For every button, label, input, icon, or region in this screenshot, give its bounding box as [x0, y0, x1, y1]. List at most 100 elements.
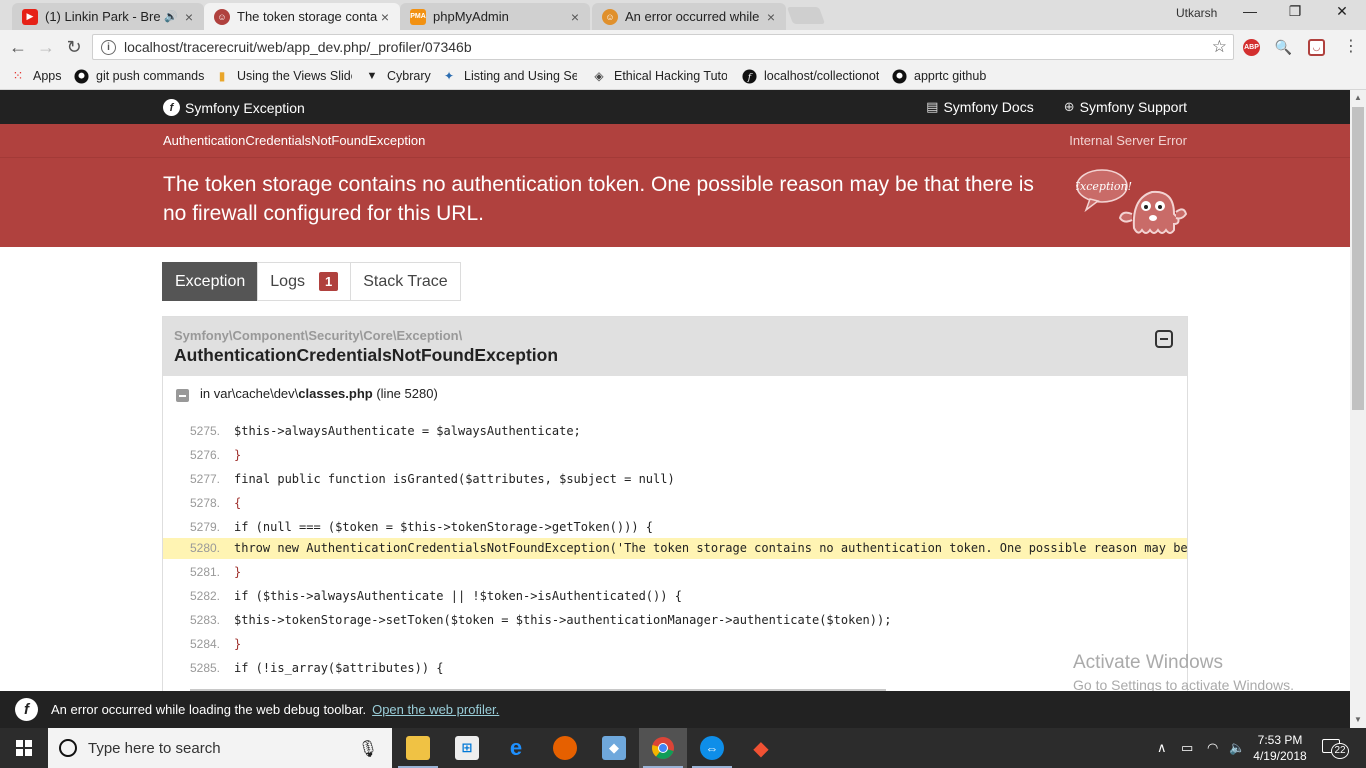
menu-kebab-icon[interactable]: ⋮ — [1340, 36, 1362, 58]
line-text: } — [234, 448, 242, 462]
scrollbar-thumb[interactable] — [1352, 107, 1364, 410]
web-debug-toolbar: f An error occurred while loading the we… — [0, 691, 1350, 728]
close-window-icon[interactable]: ✕ — [1332, 3, 1352, 20]
wifi-icon[interactable]: ◠ — [1207, 728, 1218, 768]
bookmark-label: Ethical Hacking Tutor — [614, 69, 727, 83]
browser-tab-youtube[interactable]: ▶ (1) Linkin Park - Break 🔊 × — [12, 3, 204, 30]
trace-namespace: Symfony\Component\Security\Core\Exceptio… — [174, 328, 463, 343]
bookmark-ethical-hacking[interactable]: ◈ Ethical Hacking Tutor — [591, 68, 727, 84]
close-icon[interactable]: × — [182, 9, 196, 25]
taskbar-file-explorer[interactable] — [394, 728, 442, 768]
symfony-brand: f Symfony Exception — [163, 99, 305, 116]
line-text: if (!is_array($attributes)) { — [234, 661, 444, 675]
file-path: in var\cache\dev\ — [200, 386, 299, 401]
bookmark-listing-services[interactable]: ✦ Listing and Using Ser — [441, 68, 577, 84]
code-line: 5283. $this->tokenStorage->setToken($toke… — [163, 610, 1187, 631]
exception-summary-bar: AuthenticationCredentialsNotFoundExcepti… — [0, 124, 1350, 251]
file-line: (line 5280) — [376, 386, 438, 401]
bookmark-apprtc[interactable]: apprtc github — [891, 68, 986, 84]
volume-icon[interactable]: 🔈 — [1229, 728, 1245, 768]
browser-tab-phpmyadmin[interactable]: PMA phpMyAdmin × — [400, 3, 590, 30]
tray-chevron-icon[interactable]: ∧ — [1157, 728, 1167, 768]
tab-exception[interactable]: Exception — [162, 262, 259, 301]
line-number: 5283. — [189, 613, 220, 627]
microphone-icon[interactable]: 🎙 — [358, 739, 378, 759]
taskbar-teamviewer[interactable]: ⇔ — [688, 728, 736, 768]
back-arrow-icon[interactable]: ← — [7, 36, 29, 58]
symfony-logo-icon[interactable]: f — [15, 698, 38, 721]
taskbar-search[interactable]: Type here to search 🎙 — [48, 728, 392, 768]
bookmark-cybrary[interactable]: ▼ Cybrary — [364, 68, 431, 84]
profile-name[interactable]: Utkarsh — [1176, 6, 1217, 20]
book-icon: ▤ — [926, 99, 939, 114]
reload-icon[interactable]: ↻ — [63, 36, 85, 58]
battery-icon[interactable]: ▭ — [1181, 728, 1193, 768]
restore-icon[interactable]: ❐ — [1285, 3, 1305, 20]
scroll-up-icon[interactable]: ▲ — [1350, 90, 1366, 106]
tab-label: Logs — [270, 272, 305, 290]
tab-title: An error occurred while — [625, 9, 760, 24]
symfony-support-link[interactable]: ⊕ Symfony Support — [1064, 99, 1187, 115]
close-icon[interactable]: × — [378, 9, 392, 25]
debug-message-text: An error occurred while loading the web … — [51, 702, 367, 717]
search-extension-icon[interactable]: 🔍 — [1275, 39, 1292, 56]
bookmark-git-push[interactable]: git push commands — [73, 68, 204, 84]
diamond-icon: ◈ — [594, 69, 604, 83]
browser-tab-error[interactable]: ☺ An error occurred while × — [592, 3, 786, 30]
taskbar-chrome[interactable] — [639, 728, 687, 768]
open-profiler-link[interactable]: Open the web profiler. — [372, 702, 499, 717]
exception-message: The token storage contains no authentica… — [163, 173, 1034, 225]
address-bar[interactable]: i localhost/tracerecruit/web/app_dev.php… — [92, 34, 1234, 60]
page-scrollbar[interactable]: ▲ ▼ — [1350, 90, 1366, 728]
code-line: 5279. if (null === ($token = $this->token… — [163, 517, 1187, 538]
bookmark-localhost-collection[interactable]: f localhost/collectionot — [741, 68, 879, 84]
tab-logs[interactable]: Logs 1 — [257, 262, 352, 301]
bookmark-label: git push commands — [96, 69, 205, 83]
tab-title: phpMyAdmin — [433, 9, 509, 24]
phpmyadmin-icon: PMA — [410, 8, 426, 25]
action-center-button[interactable]: 22 — [1322, 737, 1350, 759]
cortana-icon — [59, 739, 77, 757]
pocket-icon[interactable]: ◡ — [1308, 39, 1325, 56]
start-button[interactable] — [0, 728, 48, 768]
collapse-file-icon[interactable] — [176, 389, 189, 402]
new-tab-button[interactable] — [786, 7, 826, 24]
browser-tab-token-storage[interactable]: ☺ The token storage conta × — [204, 3, 400, 30]
bookmark-apps[interactable]: ⁙ Apps — [10, 68, 62, 84]
tab-stack-trace[interactable]: Stack Trace — [350, 262, 461, 301]
taskbar-store[interactable]: ⊞ — [443, 728, 491, 768]
bookmark-icon: ▮ — [218, 69, 226, 83]
trace-class: AuthenticationCredentialsNotFoundExcepti… — [174, 345, 559, 365]
info-icon[interactable]: i — [101, 39, 116, 55]
minimize-icon[interactable]: — — [1240, 3, 1260, 19]
bookmark-views-slide[interactable]: ▮ Using the Views Slide — [214, 68, 352, 84]
taskbar-virtualbox[interactable]: ◆ — [590, 728, 638, 768]
trace-file-location: in var\cache\dev\classes.php (line 5280) — [200, 386, 438, 401]
taskbar-edge[interactable]: e — [492, 728, 540, 768]
adblock-icon[interactable]: ABP — [1243, 39, 1260, 56]
symfony-docs-link[interactable]: ▤ Symfony Docs — [926, 99, 1034, 115]
speaker-icon[interactable]: 🔊 — [164, 10, 178, 23]
virtualbox-cube-icon: ◆ — [602, 736, 626, 760]
scroll-down-icon[interactable]: ▼ — [1350, 712, 1366, 728]
tab-title: The token storage conta — [237, 9, 378, 24]
forward-arrow-icon[interactable]: → — [35, 36, 57, 58]
close-icon[interactable]: × — [568, 9, 582, 25]
trace-header[interactable]: Symfony\Component\Security\Core\Exceptio… — [163, 317, 1187, 376]
close-icon[interactable]: × — [764, 9, 778, 25]
taskbar-firefox[interactable] — [541, 728, 589, 768]
url-text[interactable]: localhost/tracerecruit/web/app_dev.php/_… — [124, 39, 472, 55]
star-icon[interactable]: ☆ — [1212, 37, 1227, 57]
line-number: 5279. — [189, 520, 220, 534]
lifebuoy-icon: ⊕ — [1063, 99, 1075, 114]
tab-title: (1) Linkin Park - Break — [45, 9, 161, 24]
collapse-icon[interactable] — [1155, 330, 1173, 348]
taskbar-clock[interactable]: 7:53 PM 4/19/2018 — [1252, 732, 1308, 764]
windows-logo-icon — [16, 740, 32, 756]
line-number: 5285. — [189, 661, 220, 675]
line-number: 5282. — [189, 589, 220, 603]
activate-windows-watermark: Activate Windows Go to Settings to activ… — [1073, 652, 1294, 691]
taskbar-git[interactable]: ◆ — [737, 728, 785, 768]
browser-toolbar: ← → ↻ i localhost/tracerecruit/web/app_d… — [0, 30, 1366, 64]
line-number: 5280. — [189, 541, 220, 555]
